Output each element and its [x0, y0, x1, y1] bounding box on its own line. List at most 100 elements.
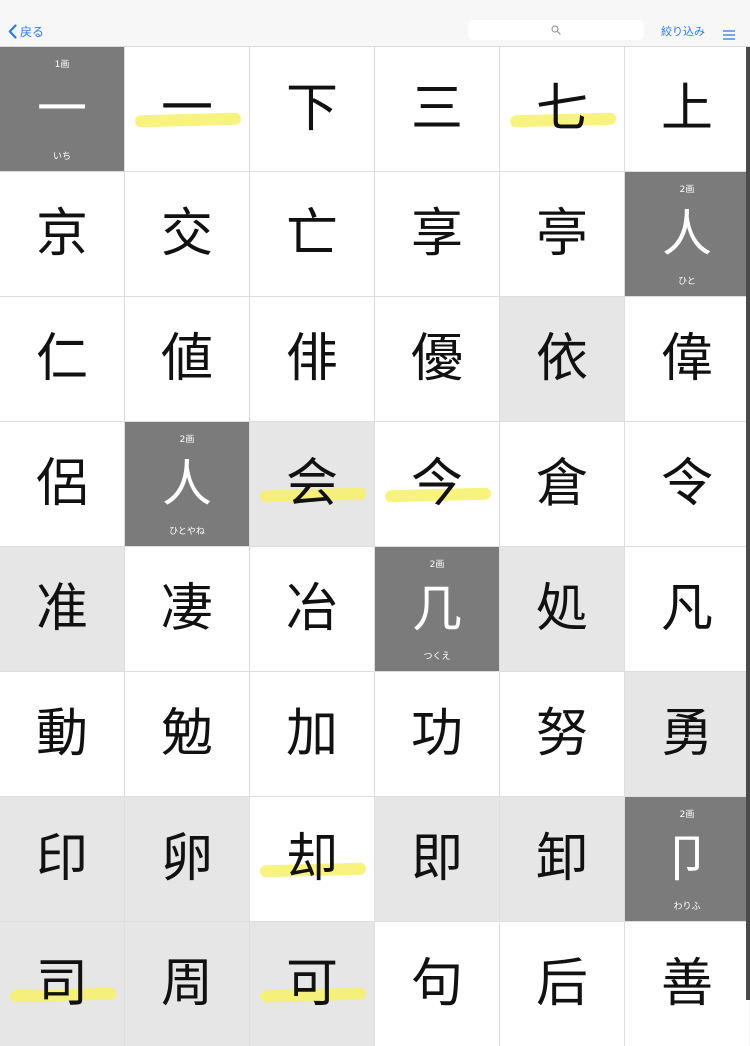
- kanji-cell[interactable]: 努: [500, 672, 624, 796]
- kanji-character: 一: [160, 79, 213, 139]
- search-field[interactable]: [468, 20, 644, 40]
- list-menu-icon: [723, 30, 735, 40]
- kanji-character: 可: [285, 954, 338, 1014]
- radical-character: 人: [162, 455, 212, 513]
- kanji-cell[interactable]: 仁: [0, 297, 124, 421]
- kanji-character: 凄: [160, 579, 213, 639]
- kanji-cell[interactable]: 俳: [250, 297, 374, 421]
- radical-header-cell[interactable]: 2画人ひと: [625, 172, 749, 296]
- kanji-character: 凡: [660, 579, 713, 639]
- kanji-cell[interactable]: 令: [625, 422, 749, 546]
- kanji-cell[interactable]: 冶: [250, 547, 374, 671]
- kanji-cell[interactable]: 優: [375, 297, 499, 421]
- kanji-character: 値: [160, 329, 213, 389]
- kanji-cell[interactable]: 即: [375, 797, 499, 921]
- radical-character: 几: [412, 580, 462, 638]
- radical-character: 一: [37, 80, 87, 138]
- kanji-cell[interactable]: 動: [0, 672, 124, 796]
- kanji-character: 印: [35, 829, 88, 889]
- kanji-character: 七: [535, 79, 588, 139]
- kanji-cell[interactable]: 依: [500, 297, 624, 421]
- kanji-cell[interactable]: 会: [250, 422, 374, 546]
- kanji-cell[interactable]: 享: [375, 172, 499, 296]
- kanji-cell[interactable]: 善: [625, 922, 749, 1046]
- kanji-cell[interactable]: 交: [125, 172, 249, 296]
- kanji-character: 交: [160, 204, 213, 264]
- kanji-cell[interactable]: 今: [375, 422, 499, 546]
- radical-header-cell[interactable]: 1画一いち: [0, 47, 124, 171]
- stroke-count: 1画: [54, 60, 70, 70]
- stroke-count: 2画: [679, 185, 695, 195]
- radical-reading: いち: [52, 152, 71, 162]
- radical-header-cell[interactable]: 2画人ひとやね: [125, 422, 249, 546]
- kanji-character: 優: [410, 329, 463, 389]
- kanji-cell[interactable]: 凄: [125, 547, 249, 671]
- kanji-character: 京: [35, 204, 88, 264]
- kanji-cell[interactable]: 下: [250, 47, 374, 171]
- kanji-cell[interactable]: 司: [0, 922, 124, 1046]
- kanji-character: 今: [410, 454, 463, 514]
- kanji-cell[interactable]: 京: [0, 172, 124, 296]
- kanji-character: 会: [285, 454, 338, 514]
- kanji-cell[interactable]: 加: [250, 672, 374, 796]
- kanji-character: 上: [660, 79, 713, 139]
- kanji-cell[interactable]: 処: [500, 547, 624, 671]
- kanji-cell[interactable]: 亡: [250, 172, 374, 296]
- kanji-cell[interactable]: 勉: [125, 672, 249, 796]
- kanji-cell[interactable]: 功: [375, 672, 499, 796]
- kanji-cell[interactable]: 偉: [625, 297, 749, 421]
- kanji-cell[interactable]: 侶: [0, 422, 124, 546]
- kanji-character: 俳: [285, 329, 338, 389]
- kanji-cell[interactable]: 亭: [500, 172, 624, 296]
- chevron-left-icon: [8, 23, 17, 39]
- kanji-character: 冶: [285, 579, 338, 639]
- radical-reading: ひと: [678, 277, 696, 287]
- kanji-character: 加: [285, 704, 338, 764]
- kanji-character: 周: [160, 954, 213, 1014]
- kanji-character: 准: [35, 579, 88, 639]
- kanji-cell[interactable]: 后: [500, 922, 624, 1046]
- kanji-cell[interactable]: 周: [125, 922, 249, 1046]
- kanji-character: 享: [410, 204, 463, 264]
- kanji-character: 句: [410, 954, 463, 1014]
- kanji-character: 仁: [35, 329, 88, 389]
- back-button[interactable]: 戻る: [8, 20, 44, 42]
- kanji-cell[interactable]: 七: [500, 47, 624, 171]
- kanji-character: 功: [410, 704, 463, 764]
- stroke-count: 2画: [429, 560, 445, 570]
- radical-character: 人: [662, 205, 712, 263]
- scroll-edge: [746, 47, 750, 1000]
- radical-header-cell[interactable]: 2画几つくえ: [375, 547, 499, 671]
- kanji-cell[interactable]: 准: [0, 547, 124, 671]
- filter-button[interactable]: 絞り込み: [661, 23, 705, 39]
- kanji-character: 侶: [35, 454, 88, 514]
- kanji-cell[interactable]: 句: [375, 922, 499, 1046]
- kanji-cell[interactable]: 凡: [625, 547, 749, 671]
- kanji-character: 動: [35, 704, 88, 764]
- kanji-cell[interactable]: 勇: [625, 672, 749, 796]
- kanji-cell[interactable]: 却: [250, 797, 374, 921]
- kanji-grid: 1画一いち一下三七上京交亡享亭 2画人ひと仁値俳優依偉侶 2画人ひとやね会今倉令准凄…: [0, 47, 749, 1046]
- kanji-cell[interactable]: 卵: [125, 797, 249, 921]
- kanji-cell[interactable]: 一: [125, 47, 249, 171]
- kanji-cell[interactable]: 値: [125, 297, 249, 421]
- kanji-character: 善: [660, 954, 713, 1014]
- radical-header-cell[interactable]: 2画卩わりふ: [625, 797, 749, 921]
- kanji-character: 三: [410, 79, 463, 139]
- search-icon: [551, 25, 561, 35]
- kanji-character: 下: [285, 79, 338, 139]
- navigation-bar: 戻る 絞り込み: [0, 0, 750, 47]
- kanji-cell[interactable]: 倉: [500, 422, 624, 546]
- kanji-cell[interactable]: 可: [250, 922, 374, 1046]
- back-label: 戻る: [20, 24, 45, 39]
- kanji-cell[interactable]: 卸: [500, 797, 624, 921]
- kanji-character: 卵: [160, 829, 213, 889]
- radical-reading: ひとやね: [169, 527, 205, 537]
- menu-button[interactable]: [723, 25, 735, 44]
- kanji-cell[interactable]: 三: [375, 47, 499, 171]
- radical-character: 卩: [662, 830, 712, 888]
- kanji-cell[interactable]: 印: [0, 797, 124, 921]
- kanji-character: 倉: [535, 454, 588, 514]
- kanji-character: 勇: [660, 704, 713, 764]
- kanji-cell[interactable]: 上: [625, 47, 749, 171]
